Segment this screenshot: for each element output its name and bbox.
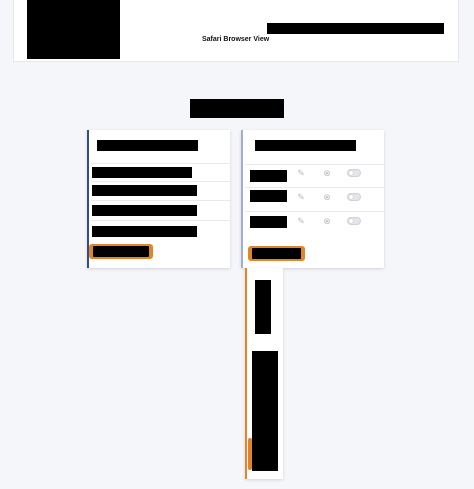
row-name bbox=[250, 190, 287, 202]
left-card bbox=[87, 130, 230, 268]
toggle-switch[interactable] bbox=[347, 193, 361, 201]
dropdown-panel bbox=[245, 268, 283, 479]
divider bbox=[245, 164, 384, 165]
dropdown-item[interactable] bbox=[255, 280, 271, 334]
delete-icon[interactable]: ⊗ bbox=[321, 216, 333, 226]
left-card-title bbox=[97, 140, 198, 151]
row-name bbox=[250, 170, 287, 182]
divider bbox=[245, 211, 384, 212]
header-title: Safari Browser View bbox=[202, 36, 270, 43]
list-item[interactable] bbox=[92, 167, 192, 178]
right-card-action-label bbox=[252, 248, 301, 259]
divider bbox=[91, 200, 230, 201]
delete-icon[interactable]: ⊗ bbox=[321, 168, 333, 178]
divider bbox=[245, 187, 384, 188]
divider bbox=[91, 163, 230, 164]
scrollbar[interactable] bbox=[248, 438, 252, 470]
delete-icon[interactable]: ⊗ bbox=[321, 192, 333, 202]
dropdown-item[interactable] bbox=[252, 351, 278, 471]
toggle-switch[interactable] bbox=[347, 217, 361, 225]
dropdown-accent bbox=[245, 268, 247, 479]
right-card-title bbox=[255, 140, 356, 151]
left-card-action-label bbox=[93, 246, 149, 257]
list-item[interactable] bbox=[92, 226, 197, 237]
list-item[interactable] bbox=[92, 185, 197, 196]
logo bbox=[27, 0, 120, 59]
row-name bbox=[250, 216, 287, 228]
left-card-action-button[interactable] bbox=[89, 244, 153, 259]
toggle-switch[interactable] bbox=[347, 169, 361, 177]
right-card-accent bbox=[241, 130, 243, 268]
right-card: ✎ ⊗ ✎ ⊗ ✎ ⊗ bbox=[241, 130, 384, 268]
header-redacted-text bbox=[267, 23, 444, 34]
divider bbox=[91, 181, 230, 182]
divider bbox=[91, 220, 230, 221]
page-header: Safari Browser View bbox=[13, 0, 459, 62]
right-card-action-button[interactable] bbox=[248, 246, 305, 261]
edit-icon[interactable]: ✎ bbox=[295, 168, 307, 178]
edit-icon[interactable]: ✎ bbox=[295, 216, 307, 226]
list-item[interactable] bbox=[92, 205, 197, 216]
section-title bbox=[190, 99, 284, 118]
edit-icon[interactable]: ✎ bbox=[295, 192, 307, 202]
